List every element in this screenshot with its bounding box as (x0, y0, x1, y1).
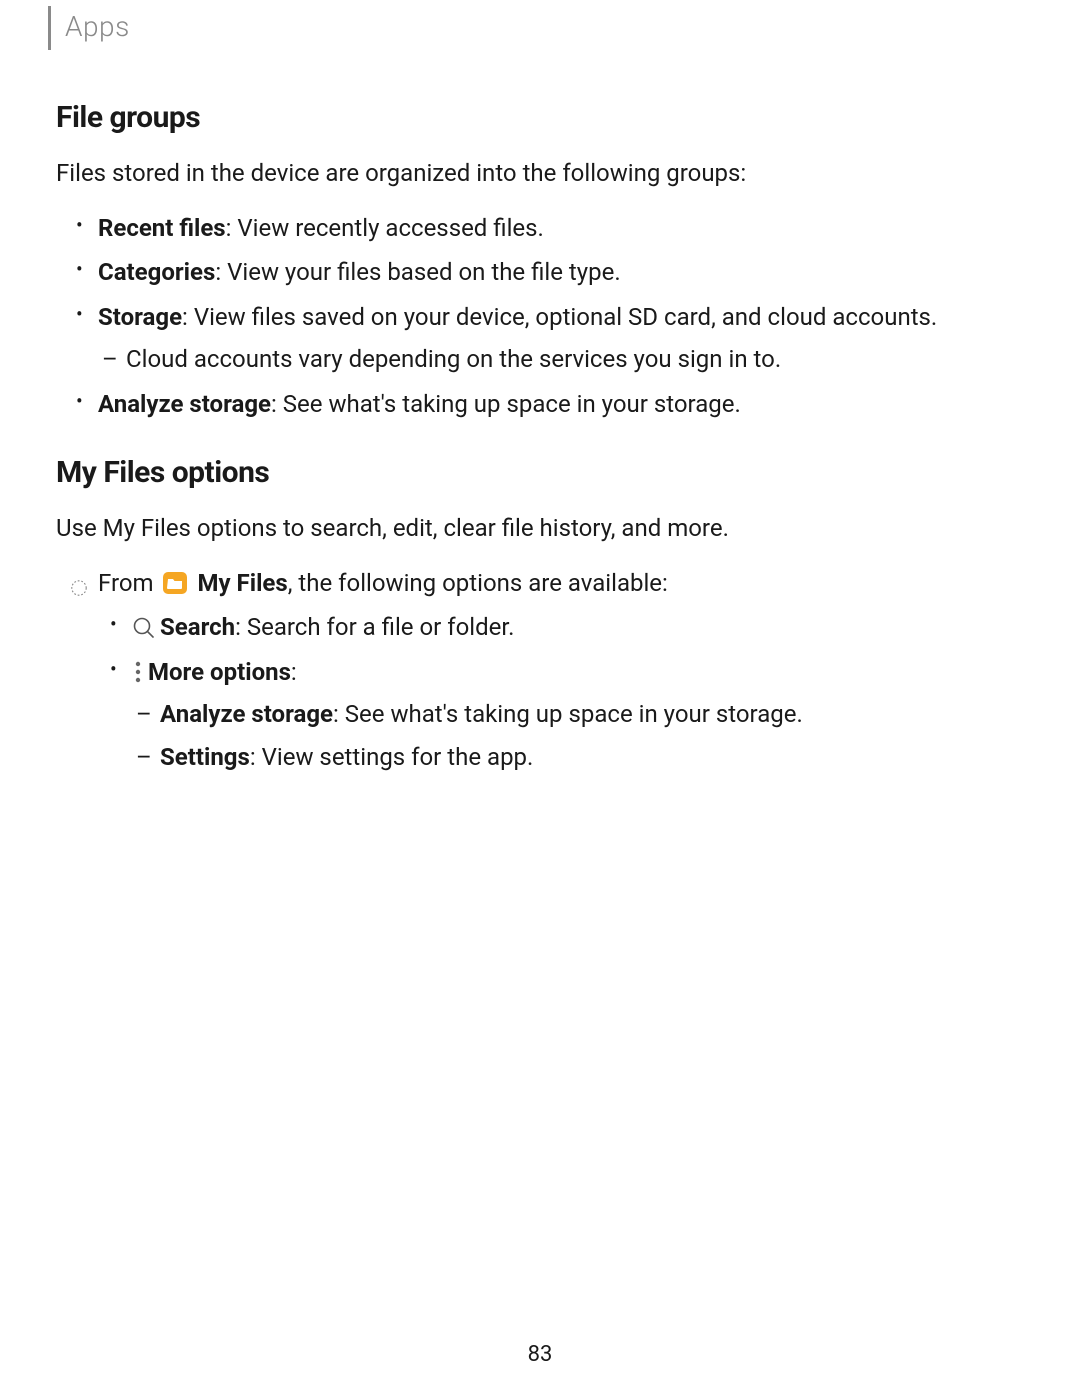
desc-search: : Search for a file or folder. (235, 613, 514, 641)
page-header: Apps (0, 0, 1080, 50)
term-analyze-storage-2: Analyze storage (160, 700, 333, 728)
list-item: Storage: View files saved on your device… (98, 298, 1024, 379)
sublist-item: Analyze storage: See what's taking up sp… (160, 695, 1024, 733)
intro-file-groups: Files stored in the device are organized… (56, 155, 1024, 191)
folder-icon (162, 571, 188, 595)
term-settings: Settings (160, 743, 250, 771)
from-prefix: From (98, 569, 160, 597)
term-storage: Storage (98, 303, 182, 331)
dotted-circle-icon (70, 570, 88, 588)
desc-categories: : View your files based on the file type… (215, 258, 620, 286)
page-number: 83 (0, 1342, 1080, 1367)
term-more-options: More options (148, 658, 291, 686)
from-app-name: My Files (198, 569, 288, 597)
storage-sublist: Cloud accounts vary depending on the ser… (98, 340, 1024, 378)
list-item: From My Files, the following options are… (98, 564, 1024, 776)
list-item: Categories: View your files based on the… (98, 253, 1024, 291)
sublist-item: Settings: View settings for the app. (160, 738, 1024, 776)
list-item: Search: Search for a file or folder. (132, 608, 1024, 646)
from-suffix: , the following options are available: (288, 569, 668, 597)
options-list: Search: Search for a file or folder. Mor… (98, 608, 1024, 776)
sublist-item: Cloud accounts vary depending on the ser… (126, 340, 1024, 378)
desc-settings: : View settings for the app. (250, 743, 534, 771)
header-accent-bar (48, 6, 51, 50)
more-options-icon (134, 660, 142, 684)
desc-analyze-storage: : See what's taking up space in your sto… (271, 390, 741, 418)
more-options-sublist: Analyze storage: See what's taking up sp… (132, 695, 1024, 776)
intro-my-files-options: Use My Files options to search, edit, cl… (56, 510, 1024, 546)
list-item: Recent files: View recently accessed fil… (98, 209, 1024, 247)
heading-my-files-options: My Files options (56, 455, 1024, 490)
term-categories: Categories (98, 258, 215, 286)
list-item: Analyze storage: See what's taking up sp… (98, 385, 1024, 423)
my-files-list: From My Files, the following options are… (56, 564, 1024, 776)
header-label: Apps (65, 10, 130, 43)
term-analyze-storage: Analyze storage (98, 390, 271, 418)
term-recent-files: Recent files (98, 214, 226, 242)
desc-more-options: : (291, 658, 297, 686)
file-groups-list: Recent files: View recently accessed fil… (56, 209, 1024, 423)
term-search: Search (160, 613, 235, 641)
desc-recent-files: : View recently accessed files. (226, 214, 544, 242)
desc-analyze-storage-2: : See what's taking up space in your sto… (333, 700, 803, 728)
desc-storage: : View files saved on your device, optio… (182, 303, 937, 331)
list-item: More options: Analyze storage: See what'… (132, 653, 1024, 776)
sub-cloud-accounts: Cloud accounts vary depending on the ser… (126, 345, 781, 373)
page-content: File groups Files stored in the device a… (0, 50, 1080, 776)
heading-file-groups: File groups (56, 100, 1024, 135)
search-icon (132, 616, 156, 640)
